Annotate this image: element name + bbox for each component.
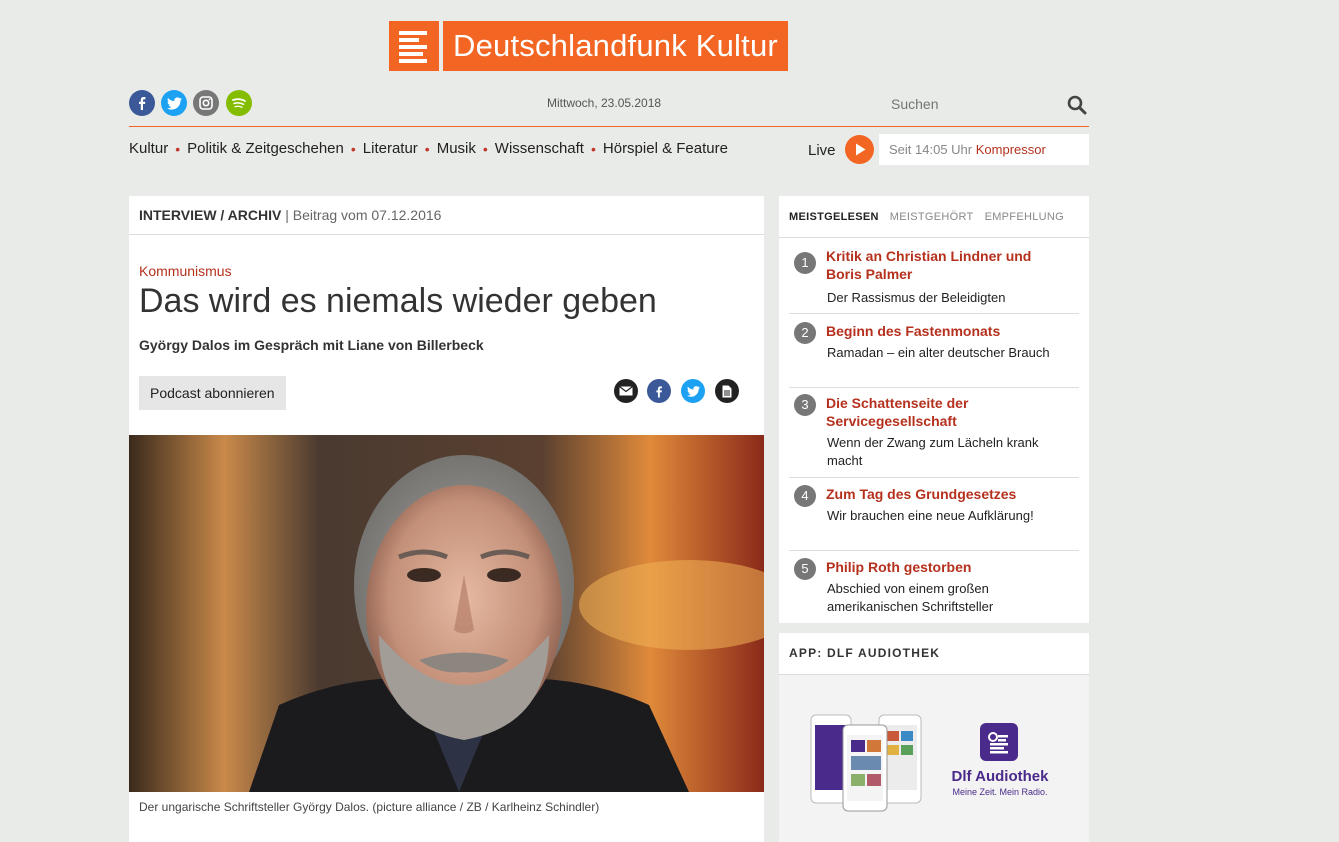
article-meta: INTERVIEW / ARCHIV | Beitrag vom 07.12.2… [129,196,764,235]
brand-name: Deutschlandfunk Kultur [443,21,788,71]
rank-badge: 1 [794,252,816,274]
list-item[interactable]: 3 Die Schattenseite der Servicegesellsch… [789,394,1079,478]
rank-badge: 4 [794,485,816,507]
item-teaser: Der Rassismus der Beleidigten [827,290,1006,305]
facebook-share-icon[interactable] [647,379,671,403]
mail-icon[interactable] [614,379,638,403]
article-subtitle: György Dalos im Gespräch mit Liane von B… [139,337,484,353]
rank-badge: 3 [794,394,816,416]
tab-meistgehoert[interactable]: MEISTGEHÖRT [890,211,974,223]
article-kicker: Kommunismus [139,263,232,279]
main-nav: Kultur • Politik & Zeitgeschehen • Liter… [129,140,728,157]
article-title: Das wird es niemals wieder geben [139,282,657,320]
rank-badge: 5 [794,558,816,580]
now-playing-show[interactable]: Kompressor [976,142,1046,157]
tab-empfehlung[interactable]: EMPFEHLUNG [985,211,1064,223]
instagram-icon[interactable] [193,90,219,116]
current-date: Mittwoch, 23.05.2018 [547,96,662,110]
dlf-logo-icon [389,21,439,71]
item-headline[interactable]: Beginn des Fastenmonats [826,322,1061,340]
item-headline[interactable]: Philip Roth gestorben [826,558,1061,576]
most-read-panel: MEISTGELESEN MEISTGEHÖRT EMPFEHLUNG 1 Kr… [779,196,1089,623]
play-icon [856,143,866,156]
nav-item-politik[interactable]: Politik & Zeitgeschehen [187,140,344,157]
now-playing-time: Seit 14:05 Uhr [889,142,973,157]
app-slogan: Meine Zeit. Mein Radio. [952,787,1048,797]
print-icon[interactable] [715,379,739,403]
item-teaser: Wir brauchen eine neue Aufklärung! [827,508,1034,523]
most-read-tabs: MEISTGELESEN MEISTGEHÖRT EMPFEHLUNG [779,196,1089,238]
search-icon[interactable] [1067,95,1087,120]
podcast-subscribe-button[interactable]: Podcast abonnieren [139,376,286,410]
nav-separator: • [424,140,430,157]
live-label[interactable]: Live [808,142,836,159]
nav-separator: • [482,140,488,157]
article-image[interactable] [129,435,764,792]
now-playing[interactable]: Seit 14:05 Uhr Kompressor [879,134,1089,165]
search-input[interactable] [889,95,1063,113]
item-teaser: Ramadan – ein alter deutscher Brauch [827,345,1050,360]
brand-logo[interactable]: Deutschlandfunk Kultur [389,21,788,71]
item-headline[interactable]: Die Schattenseite der Servicegesellschaf… [826,394,1061,430]
nav-item-wissenschaft[interactable]: Wissenschaft [495,140,584,157]
article-card: INTERVIEW / ARCHIV | Beitrag vom 07.12.2… [129,196,764,842]
list-item[interactable]: 5 Philip Roth gestorben Abschied von ein… [789,558,1079,623]
item-headline[interactable]: Kritik an Christian Lindner und Boris Pa… [826,247,1061,283]
spotify-icon[interactable] [226,90,252,116]
twitter-icon[interactable] [161,90,187,116]
article-date: Beitrag vom 07.12.2016 [292,207,442,223]
nav-item-kultur[interactable]: Kultur [129,140,168,157]
app-name: Dlf Audiothek [951,768,1049,785]
tab-meistgelesen[interactable]: MEISTGELESEN [789,211,879,223]
live-play-button[interactable] [845,135,874,164]
image-caption: Der ungarische Schriftsteller György Dal… [139,800,600,814]
article-category[interactable]: INTERVIEW / ARCHIV [139,207,281,223]
audiothek-app-icon [980,723,1018,761]
meta-separator: | [285,207,289,223]
nav-separator: • [175,140,181,157]
search-box [879,86,1089,127]
item-teaser: Wenn der Zwang zum Lächeln krank macht [827,435,1039,468]
header-divider [129,126,879,127]
item-headline[interactable]: Zum Tag des Grundgesetzes [826,485,1061,503]
list-item[interactable]: 2 Beginn des Fastenmonats Ramadan – ein … [789,322,1079,388]
item-teaser: Abschied von einem großen amerikanischen… [827,581,994,614]
twitter-share-icon[interactable] [681,379,705,403]
nav-item-musik[interactable]: Musik [437,140,476,157]
phones-image [810,714,922,812]
list-item[interactable]: 1 Kritik an Christian Lindner und Boris … [789,247,1079,314]
rank-badge: 2 [794,322,816,344]
list-item[interactable]: 4 Zum Tag des Grundgesetzes Wir brauchen… [789,485,1079,551]
app-promo: APP: DLF AUDIOTHEK Dlf Audiothek Meine Z… [779,633,1089,842]
app-heading: APP: DLF AUDIOTHEK [779,633,1089,675]
facebook-icon[interactable] [129,90,155,116]
nav-item-literatur[interactable]: Literatur [363,140,418,157]
nav-item-hoerspiel[interactable]: Hörspiel & Feature [603,140,728,157]
nav-separator: • [590,140,596,157]
app-promo-body[interactable]: Dlf Audiothek Meine Zeit. Mein Radio. [779,675,1089,842]
nav-separator: • [350,140,356,157]
